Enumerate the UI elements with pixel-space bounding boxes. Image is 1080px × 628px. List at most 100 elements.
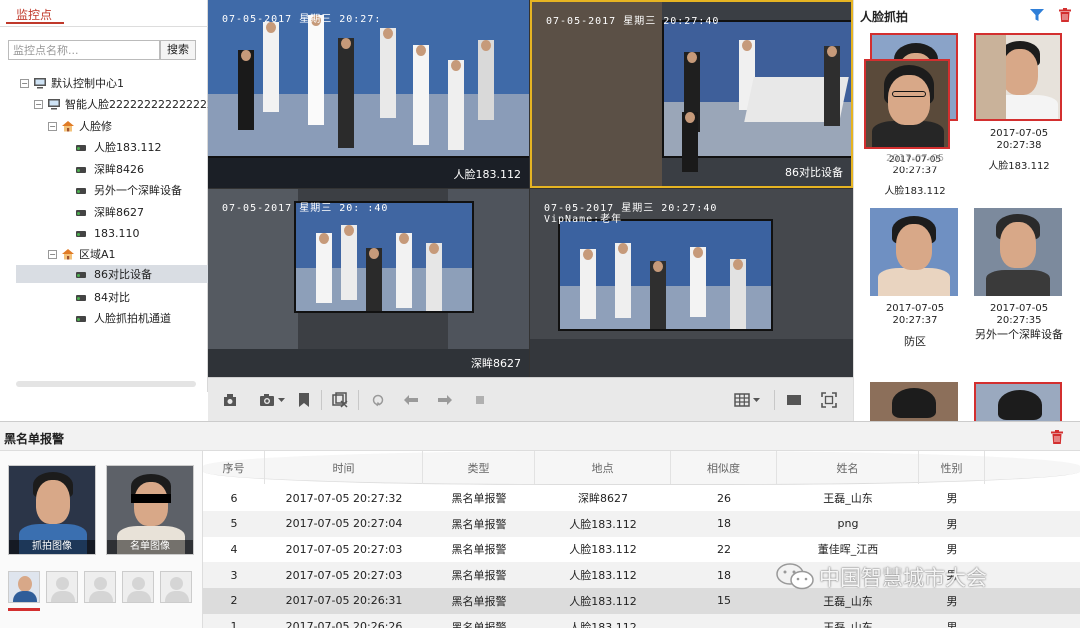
tree-node-camera[interactable]: 人脸183.112: [76, 138, 162, 156]
column-header[interactable]: 姓名: [777, 451, 919, 484]
next-button[interactable]: [435, 390, 455, 410]
table-cell: 26: [717, 491, 731, 505]
table-row[interactable]: 6 2017-07-05 20:27:32 黑名单报警 深眸8627 26 王磊_山东 男: [203, 485, 1080, 511]
bookmark-button[interactable]: [296, 390, 312, 410]
grid-layout-button[interactable]: [731, 390, 763, 410]
collapse-icon[interactable]: −: [48, 121, 57, 131]
camera-online-icon: [76, 165, 89, 174]
computer-icon: [48, 99, 60, 110]
video-toolbar: [208, 377, 853, 421]
table-cell: 4: [230, 542, 238, 556]
camera-online-icon: [76, 143, 89, 152]
face-preview-popup: [864, 59, 950, 149]
fullscreen-button[interactable]: [819, 390, 839, 410]
table-cell: 男: [946, 620, 958, 628]
tree-node-camera[interactable]: 另外一个深眸设备: [76, 181, 182, 199]
column-header[interactable]: 序号: [203, 451, 265, 484]
capture-device: 人脸183.112: [884, 186, 946, 197]
tree-node-camera[interactable]: 183.110: [76, 224, 140, 242]
blacklist-face-photo[interactable]: 名单图像: [106, 465, 194, 555]
camera-online-icon: [76, 208, 89, 217]
delete-icon[interactable]: [1059, 8, 1071, 22]
video-tile-4[interactable]: 07-05-2017 星期三 20:27:40 VipName:老年: [530, 189, 853, 377]
capture-button[interactable]: [220, 390, 240, 410]
video-osd-time: 07-05-2017 星期三 20:27:40: [546, 16, 720, 27]
video-tile-2-selected[interactable]: 07-05-2017 星期三 20:27:40 86对比设备: [530, 0, 853, 188]
panel-title: 人脸抓拍: [860, 10, 909, 24]
snapshot-button[interactable]: [256, 390, 288, 410]
table-cell: 2017-07-05 20:27:32: [285, 491, 403, 505]
column-header[interactable]: 相似度: [671, 451, 777, 484]
table-cell: 3: [230, 568, 238, 582]
face-capture-card[interactable]: 2017-07-05 20:27:37 防区: [870, 208, 960, 348]
column-header[interactable]: 性别: [919, 451, 985, 484]
table-cell: 男: [946, 517, 958, 531]
table-cell: 黑名单报警: [451, 594, 507, 608]
horizontal-scrollbar[interactable]: [16, 381, 196, 387]
face-capture-image: [974, 382, 1062, 421]
collapse-icon[interactable]: −: [34, 99, 43, 109]
table-cell: 人脸183.112: [569, 594, 637, 608]
filter-icon[interactable]: [1030, 9, 1044, 22]
alarm-thumbnail-placeholder[interactable]: [84, 571, 116, 603]
bookmark-icon: [299, 393, 309, 407]
prev-button[interactable]: [401, 390, 421, 410]
refresh-button[interactable]: [368, 390, 388, 410]
face-capture-image: [974, 208, 1062, 296]
face-capture-card[interactable]: [974, 382, 1064, 421]
column-header[interactable]: 时间: [265, 451, 423, 484]
tab-divider: [0, 26, 208, 27]
house-icon: [62, 249, 74, 260]
collapse-icon[interactable]: −: [20, 78, 29, 88]
tree-node-control-center[interactable]: − 默认控制中心1: [20, 74, 124, 92]
single-view-button[interactable]: [784, 390, 804, 410]
face-capture-card[interactable]: 2017-07-05 20:27:37 人脸183.112 2017-07-05: [864, 33, 960, 203]
search-input[interactable]: [8, 40, 160, 60]
column-header[interactable]: 地点: [535, 451, 671, 484]
capture-icon: [224, 394, 236, 406]
table-row[interactable]: 1 2017-07-05 20:26:26 黑名单报警 人脸183.112 王磊_山东 男: [203, 613, 1080, 628]
video-osd-time: 07-05-2017 星期三 20: :40: [222, 203, 389, 214]
tree-node-camera-selected[interactable]: 86对比设备: [16, 265, 208, 283]
face-capture-card[interactable]: 2017-07-05 20:27:35 另外一个深眸设备: [974, 208, 1064, 358]
face-capture-card[interactable]: [870, 382, 960, 421]
camera-online-icon: [76, 270, 89, 279]
camera-icon: [260, 394, 274, 406]
table-row[interactable]: 5 2017-07-05 20:27:04 黑名单报警 人脸183.112 18 png 男: [203, 510, 1080, 537]
computer-icon: [34, 78, 46, 89]
table-cell: 黑名单报警: [451, 620, 507, 628]
alarm-compare-panel: 抓拍图像 名单图像: [0, 451, 203, 628]
tree-node-camera[interactable]: 84对比: [76, 288, 130, 306]
video-tile-1[interactable]: 07-05-2017 星期三 20:27: 人脸183.112: [208, 0, 529, 188]
tree-node-camera[interactable]: 深眸8627: [76, 203, 144, 221]
delete-icon[interactable]: [1051, 430, 1063, 444]
collapse-icon[interactable]: −: [48, 249, 57, 259]
table-cell: 人脸183.112: [569, 620, 637, 628]
tree-node-camera[interactable]: 深眸8426: [76, 160, 144, 178]
alarm-thumbnail-placeholder[interactable]: [160, 571, 192, 603]
capture-device: 人脸183.112: [988, 161, 1050, 172]
capture-time: 20:27:37: [892, 315, 938, 326]
tree-node-camera[interactable]: 人脸抓拍机通道: [76, 309, 171, 327]
face-capture-card[interactable]: 2017-07-05 20:27:38 人脸183.112: [974, 33, 1064, 172]
multi-capture-button[interactable]: [330, 390, 350, 410]
table-cell: 男: [946, 492, 958, 505]
search-button[interactable]: 搜索: [160, 40, 196, 60]
dropdown-arrow-icon: [278, 397, 285, 402]
tree-node-smart-face[interactable]: − 智能人脸2222222222222222222: [34, 95, 208, 113]
tree-node-face-repair[interactable]: − 人脸修: [48, 117, 112, 135]
grid-layout-icon: [734, 393, 750, 407]
table-cell: 深眸8627: [578, 492, 628, 505]
column-header[interactable]: 类型: [423, 451, 535, 484]
captured-face-photo[interactable]: 抓拍图像: [8, 465, 96, 555]
alarm-thumbnail-placeholder[interactable]: [46, 571, 78, 603]
tab-monitoring-points[interactable]: 监控点: [6, 4, 65, 24]
table-cell: 男: [946, 543, 958, 557]
stop-button[interactable]: [472, 390, 488, 410]
table-row[interactable]: 4 2017-07-05 20:27:03 黑名单报警 人脸183.112 22 董佳晖_…: [203, 536, 1080, 562]
video-tile-3[interactable]: 07-05-2017 星期三 20: :40 深眸8627: [208, 189, 529, 377]
tree-node-area[interactable]: − 区域A1: [48, 245, 116, 263]
alarm-thumbnail-selected[interactable]: [8, 571, 40, 603]
alarm-thumbnail-placeholder[interactable]: [122, 571, 154, 603]
tree-node-label: 183.110: [94, 226, 140, 240]
